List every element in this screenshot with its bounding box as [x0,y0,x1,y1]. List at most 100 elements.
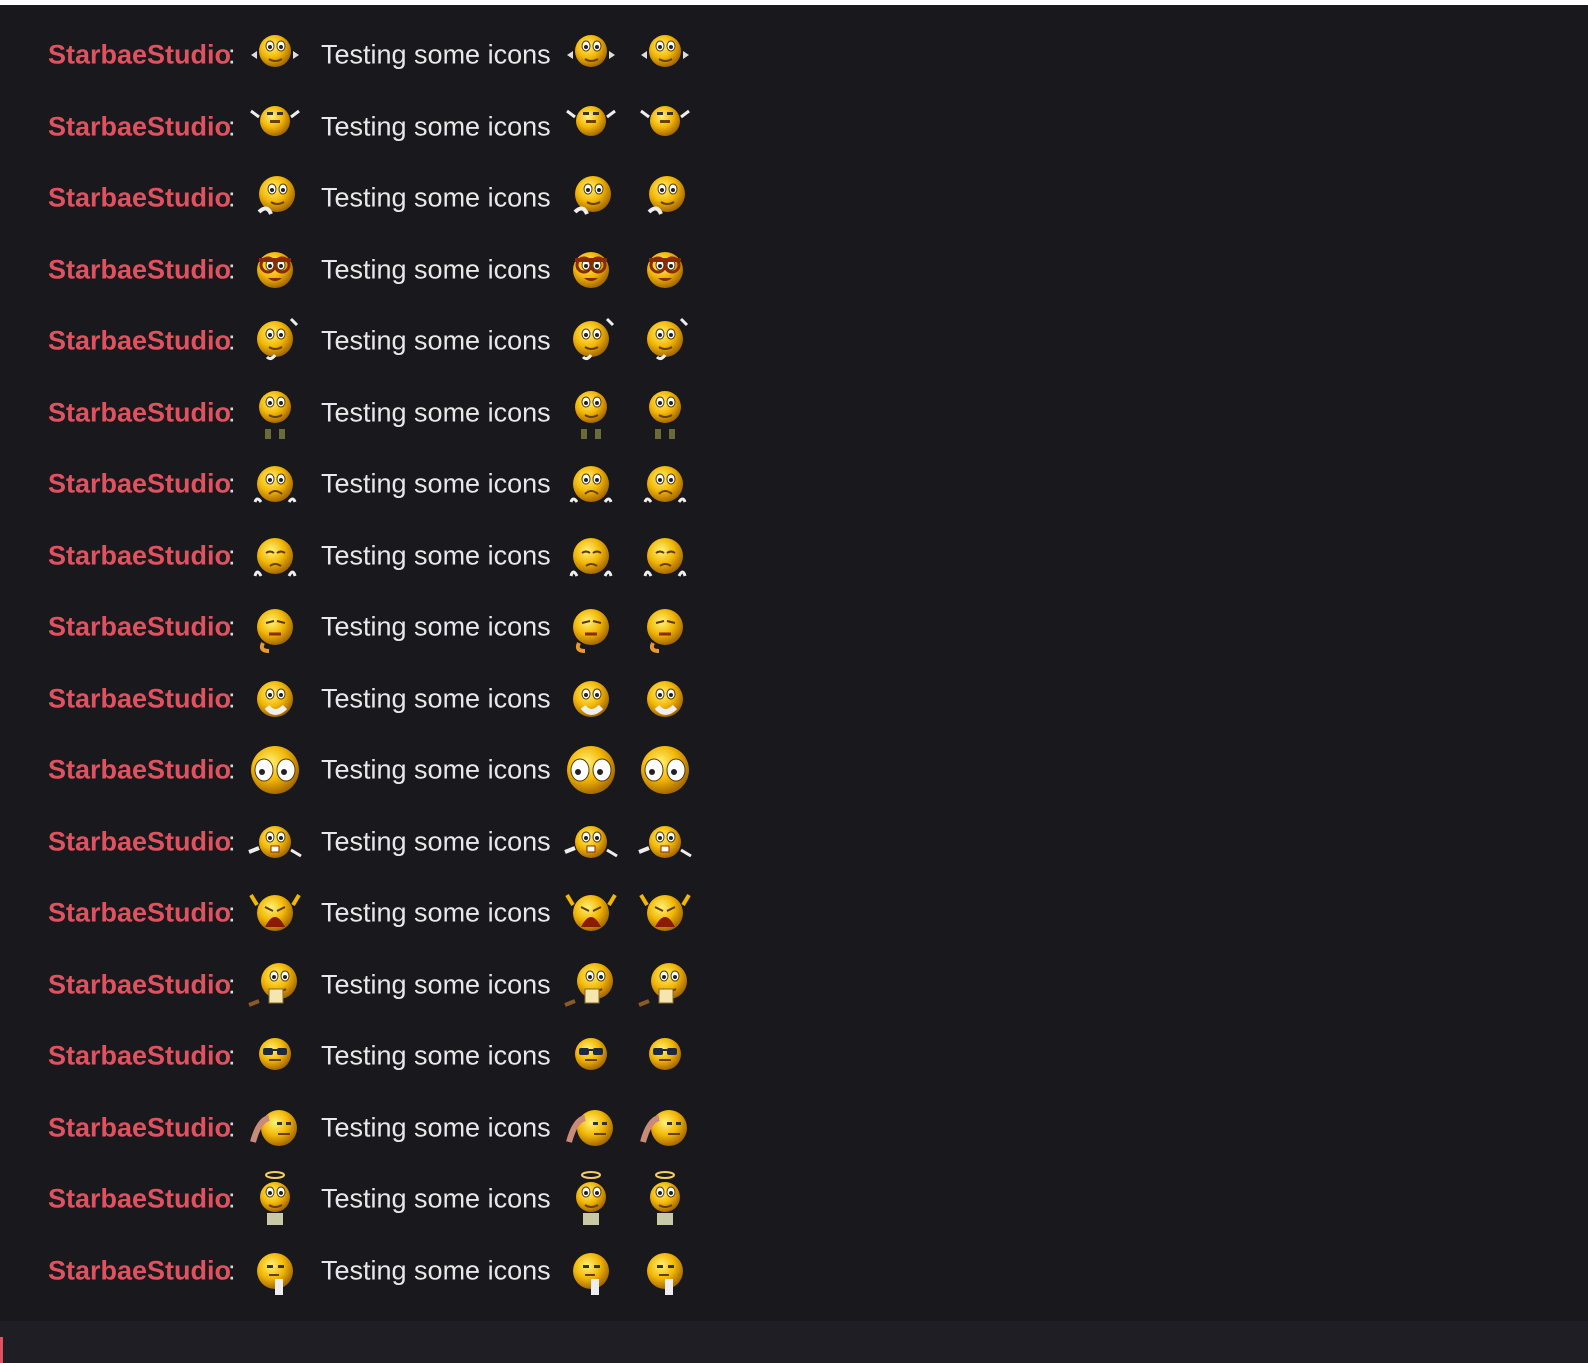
chat-input-bar[interactable] [0,1321,1588,1363]
chat-message-row: StarbaeStudio: Testing some icons [48,238,748,302]
squinting-smiley-icon[interactable] [635,97,695,157]
chat-message-text: Testing some icons [321,182,551,213]
wide-eyed-smiley-icon[interactable] [561,740,621,800]
chat-username[interactable]: StarbaeStudio [48,183,231,214]
chat-message-text: Testing some icons [321,826,551,856]
nerd-glasses-smiley-icon[interactable] [561,240,621,300]
hand-on-mouth-smiley-icon[interactable] [635,669,695,729]
thinking-smiley-icon[interactable] [635,168,695,228]
shrugging-smiley-icon[interactable] [635,812,695,872]
chat-message-text: Testing some icons [321,611,551,642]
shrugging-smiley-icon[interactable] [245,812,305,872]
wide-eyed-smiley-icon[interactable] [635,740,695,800]
chat-username[interactable]: StarbaeStudio [48,1255,231,1286]
thinking-smiley-icon[interactable] [245,168,305,228]
chat-message-row: StarbaeStudio: Testing some icons [48,738,748,802]
chat-username[interactable]: StarbaeStudio [48,326,231,357]
tearful-smiley-icon[interactable] [635,597,695,657]
facepalm-smiley-icon[interactable] [561,1098,621,1158]
chat-message-row: StarbaeStudio: Testing some icons [48,524,748,588]
hand-on-mouth-smiley-icon[interactable] [561,669,621,729]
username-separator: : [228,111,236,141]
pondering-smiley-icon[interactable] [245,311,305,371]
chat-message-text: Testing some icons [321,1112,551,1142]
skeptical-smiley-icon[interactable] [635,383,695,443]
pondering-smiley-icon[interactable] [635,311,695,371]
thinking-smiley-icon[interactable] [561,168,621,228]
chat-username[interactable]: StarbaeStudio [48,969,231,1000]
chat-username[interactable]: StarbaeStudio [48,254,231,285]
username-separator: : [228,683,236,713]
shrugging-smiley-icon[interactable] [561,812,621,872]
stretching-smiley-icon[interactable] [561,25,621,85]
chat-username[interactable]: StarbaeStudio [48,826,231,857]
chat-message-text: Testing some icons [321,540,551,570]
chat-message-text: Testing some icons [321,39,551,70]
stretching-smiley-icon[interactable] [245,25,305,85]
chat-username[interactable]: StarbaeStudio [48,898,231,929]
squinting-smiley-icon[interactable] [245,97,305,157]
chat-username[interactable]: StarbaeStudio [48,397,231,428]
hand-on-mouth-smiley-icon[interactable] [245,669,305,729]
angel-smiley-icon[interactable] [245,1169,305,1229]
skeptical-smiley-icon[interactable] [561,383,621,443]
chat-message-text: Testing some icons [321,754,551,785]
sad-smiley-icon[interactable] [561,454,621,514]
angel-smiley-icon[interactable] [561,1169,621,1229]
chat-username[interactable]: StarbaeStudio [48,683,231,714]
input-cursor [0,1337,3,1363]
username-separator: : [228,754,236,785]
username-separator: : [228,826,236,856]
tearful-smiley-icon[interactable] [245,597,305,657]
chat-username[interactable]: StarbaeStudio [48,540,231,571]
username-separator: : [228,1112,236,1142]
squinting-smiley-icon[interactable] [561,97,621,157]
chat-username[interactable]: StarbaeStudio [48,755,231,786]
chat-username[interactable]: StarbaeStudio [48,40,231,71]
username-separator: : [228,969,236,999]
gloomy-smiley-icon[interactable] [245,526,305,586]
sad-smiley-icon[interactable] [245,454,305,514]
nerd-glasses-smiley-icon[interactable] [245,240,305,300]
username-separator: : [228,325,236,356]
reading-smiley-icon[interactable] [635,955,695,1015]
pondering-smiley-icon[interactable] [561,311,621,371]
facepalm-smiley-icon[interactable] [245,1098,305,1158]
message-list[interactable]: StarbaeStudio: Testing some icons StarbaeS… [0,5,1588,1341]
chat-message-row: StarbaeStudio: Testing some icons [48,953,748,1017]
chat-message-row: StarbaeStudio: Testing some icons [48,1167,748,1231]
chin-scratch-smiley-icon[interactable] [561,1241,621,1301]
chat-username[interactable]: StarbaeStudio [48,469,231,500]
sunglasses-smiley-icon[interactable] [635,1026,695,1086]
nerd-glasses-smiley-icon[interactable] [635,240,695,300]
chat-username[interactable]: StarbaeStudio [48,111,231,142]
chat-message-row: StarbaeStudio: Testing some icons [48,381,748,445]
chat-message-text: Testing some icons [321,1255,551,1285]
username-separator: : [228,254,236,284]
screaming-smiley-icon[interactable] [245,883,305,943]
screaming-smiley-icon[interactable] [635,883,695,943]
sunglasses-smiley-icon[interactable] [561,1026,621,1086]
chat-username[interactable]: StarbaeStudio [48,1112,231,1143]
screaming-smiley-icon[interactable] [561,883,621,943]
sad-smiley-icon[interactable] [635,454,695,514]
facepalm-smiley-icon[interactable] [635,1098,695,1158]
sunglasses-smiley-icon[interactable] [245,1026,305,1086]
chat-message-row: StarbaeStudio: Testing some icons [48,452,748,516]
reading-smiley-icon[interactable] [561,955,621,1015]
wide-eyed-smiley-icon[interactable] [245,740,305,800]
chat-username[interactable]: StarbaeStudio [48,1184,231,1215]
chin-scratch-smiley-icon[interactable] [245,1241,305,1301]
angel-smiley-icon[interactable] [635,1169,695,1229]
chat-username[interactable]: StarbaeStudio [48,612,231,643]
skeptical-smiley-icon[interactable] [245,383,305,443]
chin-scratch-smiley-icon[interactable] [635,1241,695,1301]
reading-smiley-icon[interactable] [245,955,305,1015]
chat-message-text: Testing some icons [321,468,551,499]
gloomy-smiley-icon[interactable] [561,526,621,586]
chat-message-text: Testing some icons [321,683,551,713]
gloomy-smiley-icon[interactable] [635,526,695,586]
stretching-smiley-icon[interactable] [635,25,695,85]
tearful-smiley-icon[interactable] [561,597,621,657]
chat-username[interactable]: StarbaeStudio [48,1041,231,1072]
